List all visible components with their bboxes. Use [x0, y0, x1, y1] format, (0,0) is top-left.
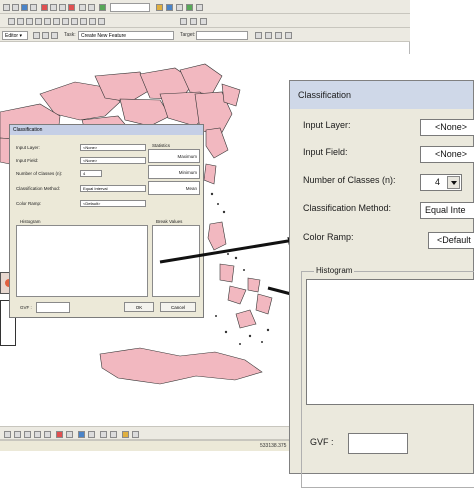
color-ramp-combo[interactable]: <Default	[428, 232, 474, 249]
classification-dialog-zoomed: Classification Input Layer: <None> Input…	[289, 80, 474, 488]
method-label: Classification Method:	[303, 203, 392, 213]
input-field-combo[interactable]: <None>	[420, 146, 474, 163]
gvf-label: GVF :	[310, 437, 334, 447]
gvf-field	[348, 433, 408, 454]
chevron-down-icon[interactable]	[447, 176, 460, 189]
histogram-area	[306, 279, 474, 405]
num-classes-combo[interactable]: 4	[420, 174, 462, 191]
histogram-label: Histogram	[314, 266, 355, 275]
num-classes-value: 4	[435, 177, 441, 187]
input-layer-combo[interactable]: <None>	[420, 119, 474, 136]
arrow-to-dialog	[159, 237, 296, 264]
method-combo[interactable]: Equal Inte	[420, 202, 474, 219]
input-layer-label: Input Layer:	[303, 120, 351, 130]
dialog-title: Classification	[290, 81, 473, 109]
input-field-label: Input Field:	[303, 147, 348, 157]
color-ramp-label: Color Ramp:	[303, 232, 354, 242]
num-classes-label: Number of Classes (n):	[303, 175, 396, 185]
